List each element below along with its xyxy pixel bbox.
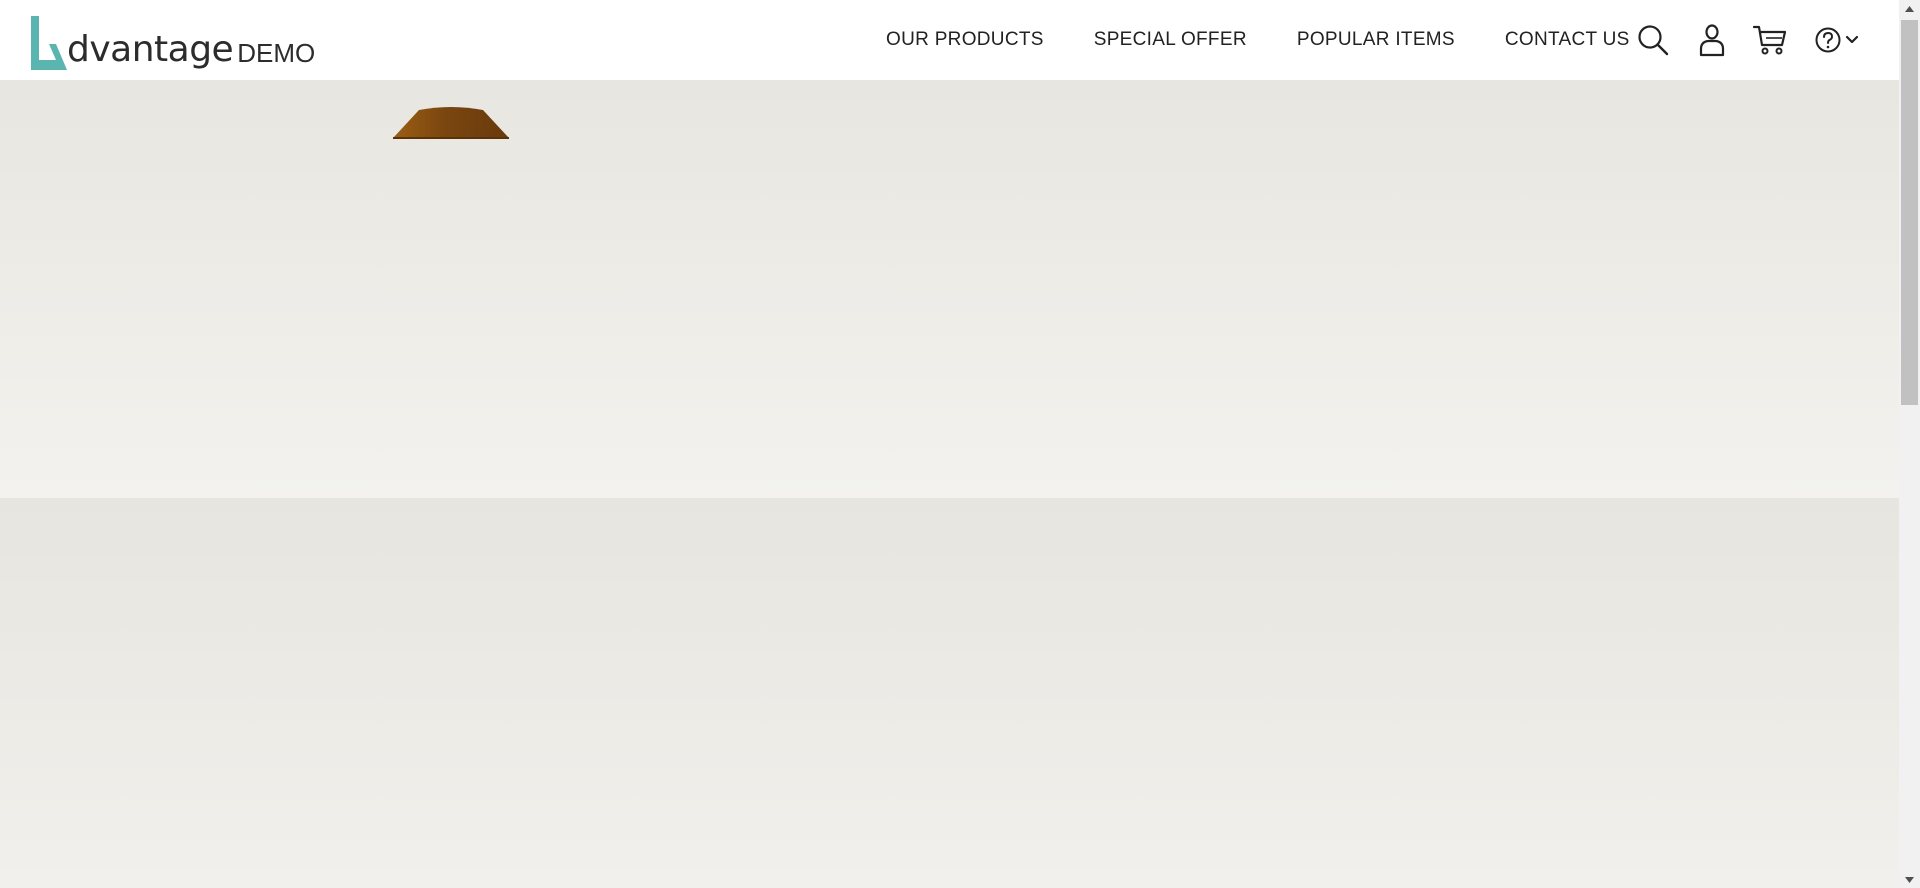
logo-demo-label: DEMO — [237, 38, 316, 68]
nav-popular-items[interactable]: POPULAR ITEMS — [1297, 29, 1455, 51]
chevron-down-icon — [1845, 35, 1859, 44]
scrollbar-thumb[interactable] — [1901, 20, 1918, 405]
search-icon[interactable] — [1636, 23, 1670, 57]
nav-our-products[interactable]: OUR PRODUCTS — [886, 29, 1044, 51]
page: dvantage DEMO OUR PRODUCTS SPECIAL OFFER… — [0, 0, 1920, 888]
logo[interactable]: dvantage DEMO — [29, 12, 315, 72]
logo-wordmark: dvantage — [67, 29, 234, 70]
hero-banner — [0, 80, 1899, 498]
main-nav: OUR PRODUCTS SPECIAL OFFER POPULAR ITEMS… — [886, 0, 1630, 80]
site-header: dvantage DEMO OUR PRODUCTS SPECIAL OFFER… — [0, 0, 1899, 80]
help-menu[interactable] — [1814, 26, 1860, 54]
vertical-scrollbar[interactable] — [1899, 0, 1920, 888]
cart-icon[interactable] — [1753, 24, 1787, 56]
header-icons — [1636, 0, 1860, 80]
nav-special-offer[interactable]: SPECIAL OFFER — [1094, 29, 1247, 51]
lamp-shade-image — [393, 107, 509, 139]
user-icon[interactable] — [1698, 23, 1726, 57]
content-section — [0, 498, 1899, 888]
scroll-up-arrow-icon[interactable] — [1899, 0, 1920, 17]
nav-contact-us[interactable]: CONTACT US — [1505, 29, 1630, 51]
help-icon — [1815, 27, 1841, 53]
logo-a-mark-icon — [31, 16, 67, 70]
scroll-down-arrow-icon[interactable] — [1899, 871, 1920, 888]
